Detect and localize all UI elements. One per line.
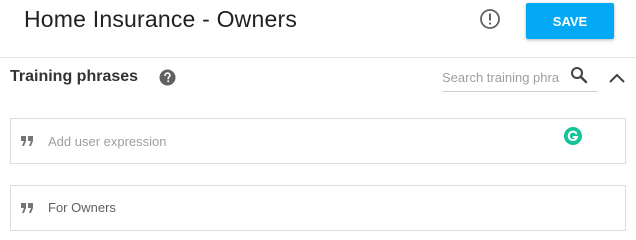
training-phrase-row[interactable]: For Owners	[10, 185, 626, 231]
chevron-up-icon[interactable]	[606, 67, 628, 89]
page-title: Home Insurance - Owners	[24, 6, 298, 32]
grammarly-icon[interactable]	[564, 127, 582, 145]
search-field	[442, 64, 598, 92]
search-training-phrases-input[interactable]	[442, 66, 564, 88]
help-icon[interactable]	[159, 69, 176, 86]
training-phrase-text[interactable]: For Owners	[48, 200, 116, 215]
section-title: Training phrases	[10, 68, 139, 85]
save-button[interactable]: SAVE	[526, 3, 614, 39]
quote-icon	[21, 203, 33, 213]
quote-icon	[21, 136, 33, 146]
add-user-expression-input[interactable]	[48, 130, 548, 152]
add-user-expression-box	[10, 118, 626, 164]
search-icon[interactable]	[570, 66, 588, 84]
info-icon[interactable]	[479, 8, 501, 30]
intent-header: Home Insurance - Owners SAVE	[0, 0, 636, 58]
